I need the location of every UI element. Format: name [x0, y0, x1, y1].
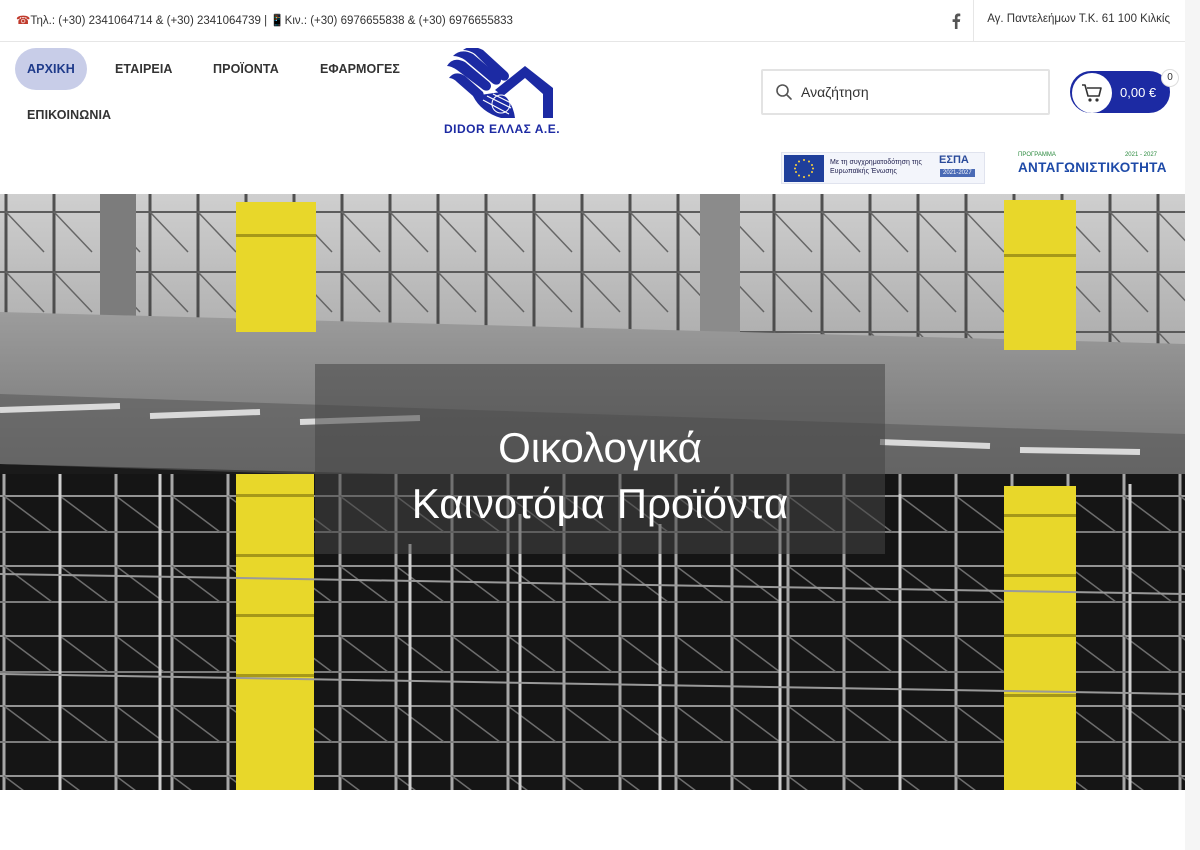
facebook-link[interactable] [938, 0, 974, 42]
nav-item-company[interactable]: ΕΤΑΙΡΕΙΑ [115, 48, 173, 90]
competitiveness-banner[interactable]: ΠΡΟΓΡΑΜΜΑ 2021 - 2027 ΑΝΤΑΓΩΝΙΣΤΙΚΟΤΗΤΑ [1016, 152, 1166, 184]
address-text: Αγ. Παντελεήμων Τ.Κ. 61 100 Κιλκίς [987, 13, 1170, 25]
programme-title: ΑΝΤΑΓΩΝΙΣΤΙΚΟΤΗΤΑ [1018, 160, 1167, 175]
eu-flag-icon [784, 155, 824, 182]
cart-icon [1082, 84, 1102, 102]
search-box [761, 69, 1050, 115]
phone-numbers: Τηλ.: (+30) 2341064714 & (+30) 234106473… [30, 15, 271, 27]
mobile-icon: 📱 [270, 15, 285, 27]
nav-item-home[interactable]: ΑΡΧΙΚΗ [15, 48, 87, 90]
cart-icon-wrap [1072, 73, 1112, 113]
espa-years: 2021-2027 [940, 169, 975, 177]
contact-info: ☎Τηλ.: (+30) 2341064714 & (+30) 23410647… [16, 13, 513, 27]
cart-button[interactable]: 0,00 € 0 [1070, 69, 1179, 113]
top-bar: ☎Τηλ.: (+30) 2341064714 & (+30) 23410647… [0, 0, 1200, 42]
cart-amount: 0,00 € [1120, 85, 1157, 100]
espa-banner[interactable]: Με τη συγχρηματοδότηση της Ευρωπαϊκής Έν… [781, 152, 985, 184]
hero-headline: Οικολογικά Καινοτόμα Προϊόντα [315, 420, 885, 532]
hero-headline-line1: Οικολογικά [498, 424, 702, 471]
nav-item-contact[interactable]: ΕΠΙΚΟΙΝΩΝΙΑ [27, 94, 111, 136]
page-scrollbar[interactable] [1185, 0, 1200, 850]
logo-text: DIDOR ΕΛΛΑΣ Α.Ε. [444, 122, 561, 136]
programme-years: 2021 - 2027 [1124, 152, 1157, 158]
hero-banner: Οικολογικά Καινοτόμα Προϊόντα [0, 194, 1185, 790]
espa-logo: ΕΣΠΑ [939, 154, 969, 166]
company-logo[interactable]: DIDOR ΕΛΛΑΣ Α.Ε. [443, 47, 561, 140]
cart-count-badge: 0 [1161, 69, 1179, 87]
facebook-icon [952, 13, 960, 29]
programme-label: ΠΡΟΓΡΑΜΜΑ [1018, 152, 1056, 158]
hand-logo-icon [447, 47, 553, 118]
search-input[interactable] [801, 71, 1041, 113]
nav-item-products[interactable]: ΠΡΟΪΟΝΤΑ [213, 48, 279, 90]
phone-icon: ☎ [16, 15, 31, 27]
mobile-numbers: Κιν.: (+30) 6976655838 & (+30) 697665583… [284, 15, 513, 27]
espa-caption: Με τη συγχρηματοδότηση της Ευρωπαϊκής Έν… [830, 159, 922, 175]
hero-headline-line2: Καινοτόμα Προϊόντα [411, 480, 789, 527]
nav-item-applications[interactable]: ΕΦΑΡΜΟΓΕΣ [320, 48, 400, 90]
search-icon[interactable] [775, 83, 793, 101]
